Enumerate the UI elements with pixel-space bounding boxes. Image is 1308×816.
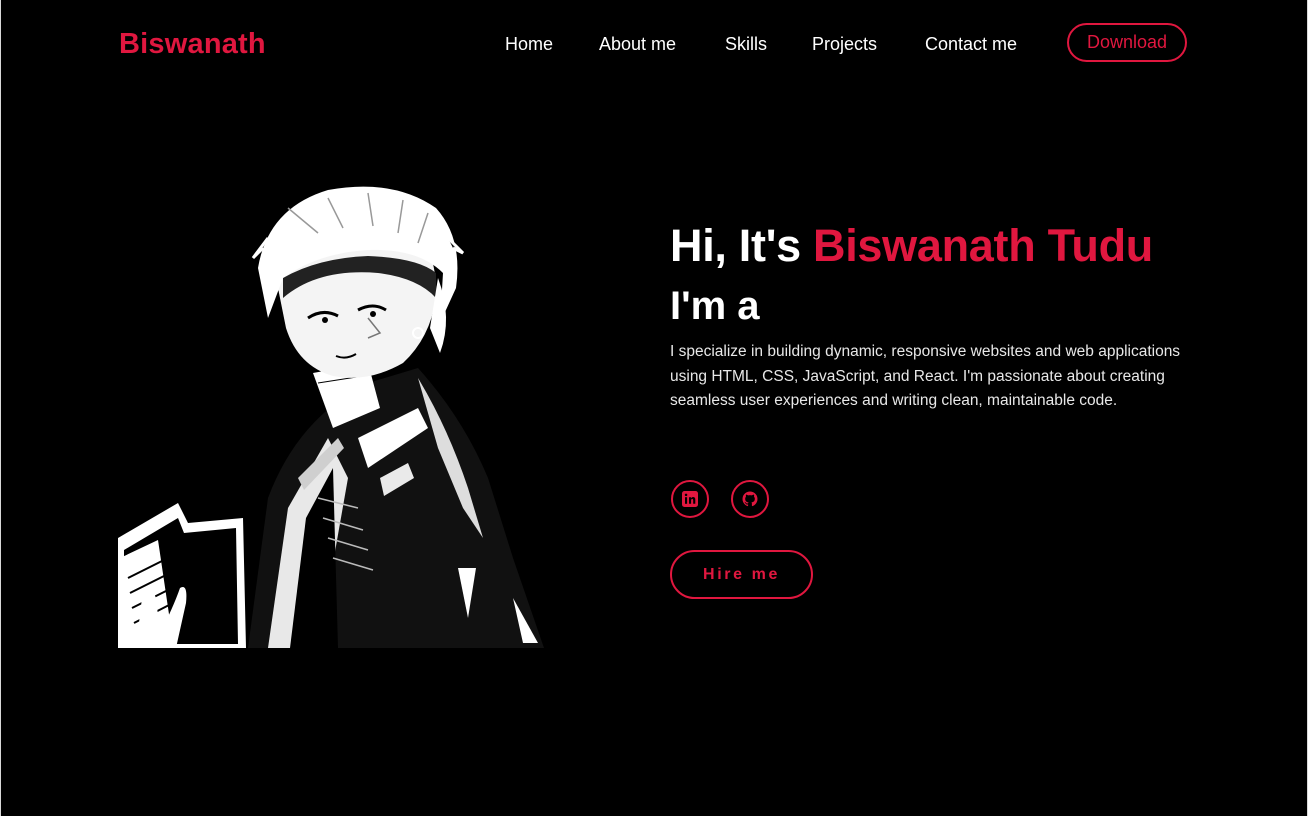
greeting-prefix: Hi, It's	[670, 220, 814, 271]
hero-name: Biswanath Tudu	[813, 220, 1153, 271]
nav-home[interactable]: Home	[505, 33, 553, 55]
linkedin-icon	[682, 491, 698, 507]
hero-role: I'm a	[670, 284, 760, 328]
nav-skills[interactable]: Skills	[725, 33, 767, 55]
hero-illustration	[118, 186, 544, 648]
book-shape	[118, 503, 246, 648]
hero-greeting: Hi, It's Biswanath Tudu	[670, 219, 1153, 273]
nav-projects[interactable]: Projects	[812, 33, 877, 55]
download-button[interactable]: Download	[1067, 23, 1187, 62]
github-icon	[742, 491, 758, 507]
suit-shape	[248, 368, 544, 648]
github-button[interactable]	[731, 480, 769, 518]
linkedin-button[interactable]	[671, 480, 709, 518]
site-logo[interactable]: Biswanath	[119, 26, 266, 62]
nav-about-me[interactable]: About me	[599, 33, 676, 55]
site-header: Biswanath Home About me Skills Projects …	[0, 0, 1308, 88]
hire-me-button[interactable]: Hire me	[670, 550, 813, 599]
frame-left-edge	[0, 0, 1, 816]
hero-intro: I specialize in building dynamic, respon…	[670, 343, 1181, 409]
nav-contact-me[interactable]: Contact me	[925, 33, 1017, 55]
